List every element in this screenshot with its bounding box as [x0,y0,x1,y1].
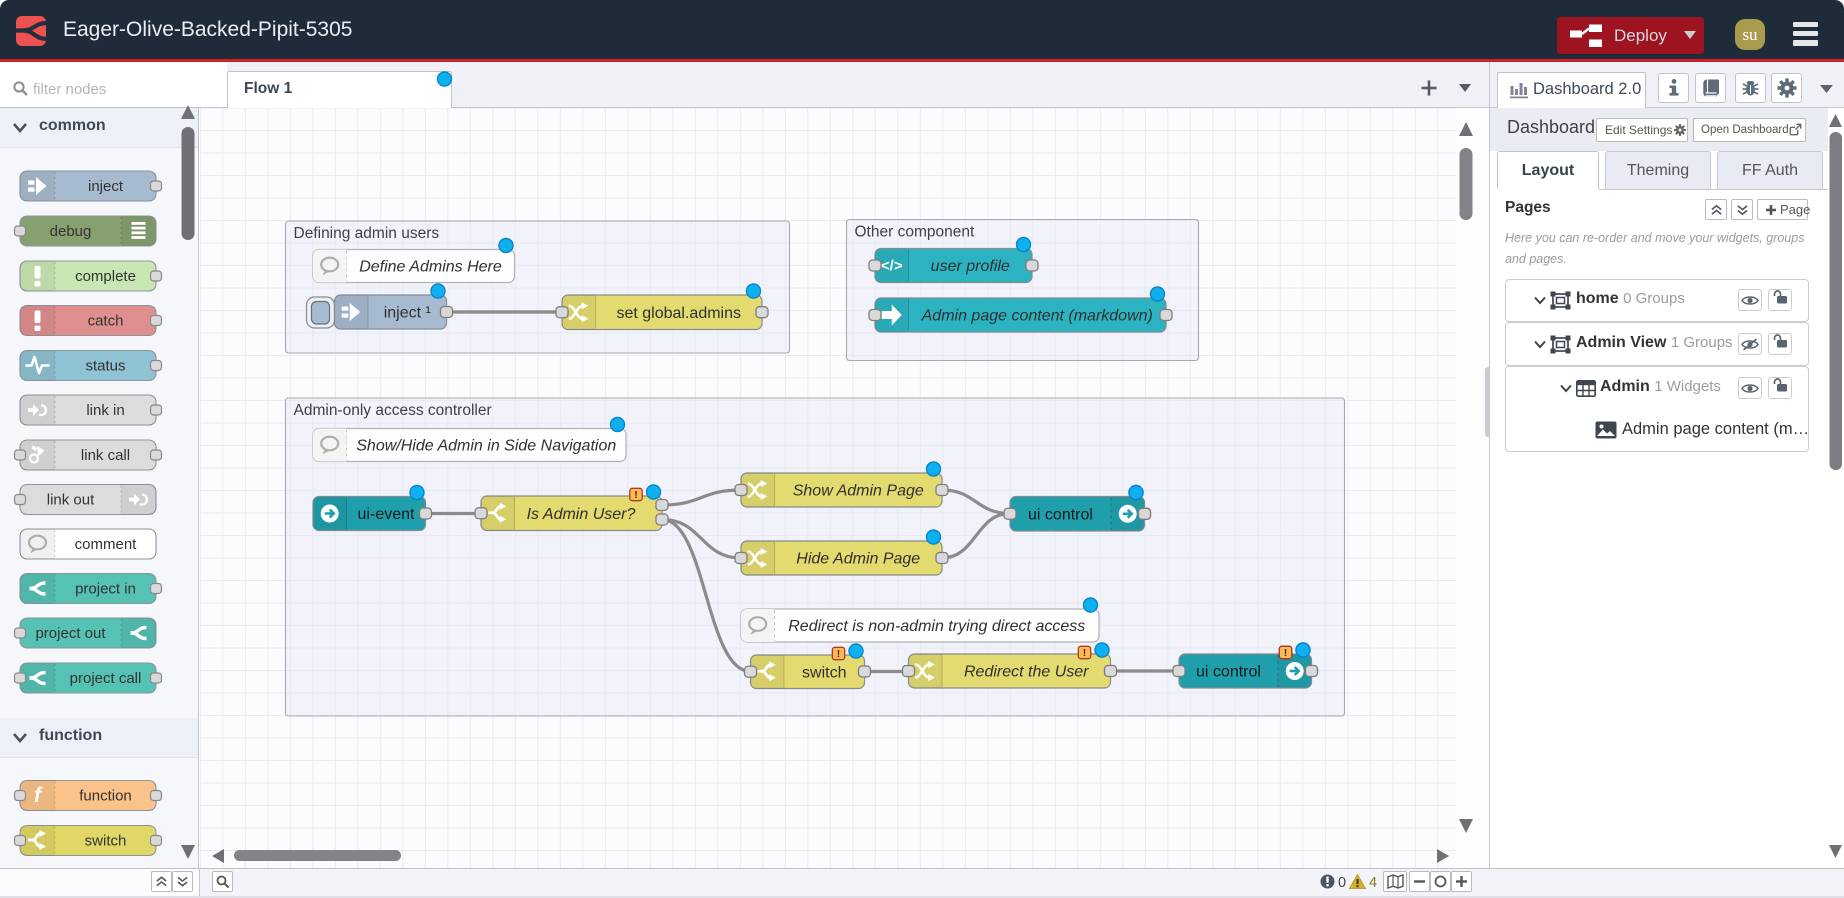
svg-text:Define Admins Here: Define Admins Here [359,259,502,276]
svg-text:Other component: Other component [855,224,975,241]
svg-text:user profile: user profile [931,258,1010,275]
svg-text:Redirect the User: Redirect the User [964,664,1089,681]
svg-text:ui-event: ui-event [358,506,415,523]
svg-text:project call: project call [70,670,142,687]
svg-text:inject: inject [88,178,124,195]
svg-text:status: status [85,358,125,375]
svg-text:ui control: ui control [1196,664,1261,681]
svg-text:0: 0 [1338,875,1346,890]
svg-text:Hide Admin Page: Hide Admin Page [796,551,920,568]
svg-text:project out: project out [35,625,106,642]
svg-text:ui control: ui control [1028,506,1093,523]
svg-text:Redirect is non-admin trying d: Redirect is non-admin trying direct acce… [788,618,1085,635]
svg-text:link out: link out [47,492,95,509]
svg-text:link call: link call [81,447,130,464]
svg-text:Admin page content (markdown): Admin page content (markdown) [921,308,1153,325]
svg-text:</>: </> [881,258,903,275]
svg-text:project in: project in [75,581,136,598]
svg-text:!: ! [837,648,841,660]
svg-text:Show Admin Page: Show Admin Page [793,483,924,500]
svg-text:Defining admin users: Defining admin users [294,225,440,242]
svg-text:switch: switch [85,833,127,850]
svg-text:Is Admin User?: Is Admin User? [527,506,636,523]
svg-text:inject ¹: inject ¹ [384,305,431,322]
svg-text:!: ! [634,489,638,501]
svg-text:complete: complete [75,268,136,285]
svg-text:Show/Hide Admin in Side Naviga: Show/Hide Admin in Side Navigation [356,438,616,455]
svg-text:link in: link in [86,402,124,419]
svg-text:set global.admins: set global.admins [616,305,741,322]
svg-text:!: ! [1284,647,1288,659]
svg-text:Admin-only access controller: Admin-only access controller [294,402,492,419]
svg-text:4: 4 [1369,875,1377,890]
svg-text:!: ! [1083,647,1087,659]
svg-text:catch: catch [88,313,124,330]
svg-text:switch: switch [802,664,846,681]
svg-text:debug: debug [50,223,92,240]
svg-text:comment: comment [75,536,138,553]
svg-text:function: function [79,788,132,805]
